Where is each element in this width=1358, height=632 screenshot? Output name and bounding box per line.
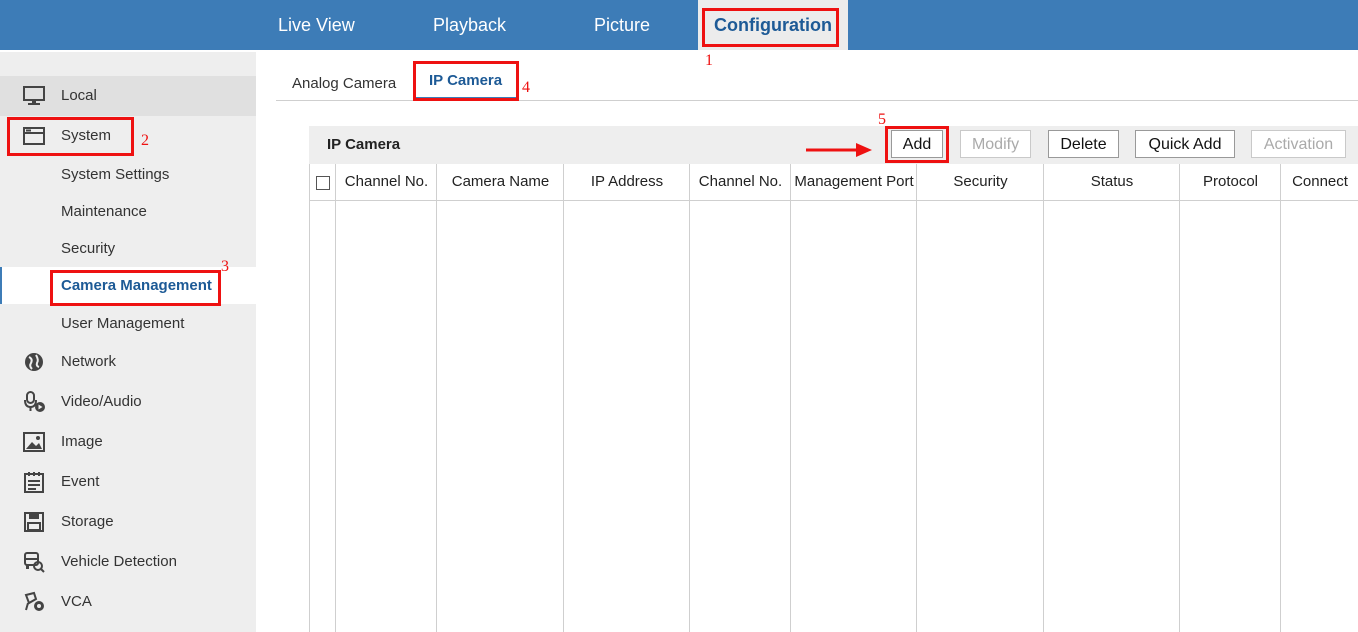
microphone-icon xyxy=(24,391,45,412)
annotation-box-ip-camera-tab xyxy=(413,61,519,101)
table-column xyxy=(791,164,917,632)
table-column xyxy=(1044,164,1180,632)
col-management-port[interactable]: Management Port xyxy=(791,164,917,200)
table-column xyxy=(336,164,437,632)
sidebar-item-label: Local xyxy=(61,87,97,104)
top-nav-bar xyxy=(0,0,1358,50)
sidebar-item-event[interactable]: Event xyxy=(0,462,256,502)
col-camera-name[interactable]: Camera Name xyxy=(437,164,564,200)
vca-icon xyxy=(24,591,44,611)
quick-add-button[interactable]: Quick Add xyxy=(1135,130,1235,158)
activation-button[interactable]: Activation xyxy=(1251,130,1346,158)
annotation-box-configuration xyxy=(702,8,839,47)
col-connect[interactable]: Connect xyxy=(1281,164,1358,200)
tab-analog-camera[interactable]: Analog Camera xyxy=(292,75,396,92)
col-channel-no-2[interactable]: Channel No. xyxy=(690,164,791,200)
annotation-number: 3 xyxy=(221,258,229,275)
globe-icon xyxy=(25,353,43,371)
table-column xyxy=(917,164,1044,632)
red-arrow-icon xyxy=(806,143,872,157)
table-column xyxy=(690,164,791,632)
sidebar-item-vehicle-detection[interactable]: Vehicle Detection xyxy=(0,542,256,582)
disk-icon xyxy=(24,512,44,532)
delete-button[interactable]: Delete xyxy=(1048,130,1119,158)
sidebar-item-label: Storage xyxy=(61,513,114,530)
col-status[interactable]: Status xyxy=(1044,164,1180,200)
image-icon xyxy=(23,432,45,452)
ip-camera-table: Channel No. Camera Name IP Address Chann… xyxy=(309,164,1358,632)
sidebar-item-label: Event xyxy=(61,473,100,490)
sidebar-item-image[interactable]: Image xyxy=(0,422,256,462)
table-column xyxy=(564,164,690,632)
annotation-number: 4 xyxy=(522,79,530,96)
annotation-number: 5 xyxy=(878,111,886,128)
sidebar-item-label: VCA xyxy=(61,593,92,610)
table-column xyxy=(1281,164,1358,632)
sidebar-item-label: Security xyxy=(61,240,116,257)
sidebar-item-label: User Management xyxy=(61,315,185,332)
col-channel-no[interactable]: Channel No. xyxy=(336,164,437,200)
sidebar-item-storage[interactable]: Storage xyxy=(0,502,256,542)
sidebar-subitem-system-settings[interactable]: System Settings xyxy=(0,156,256,193)
monitor-icon xyxy=(23,86,45,105)
sidebar-item-label: System Settings xyxy=(61,166,170,183)
modify-button[interactable]: Modify xyxy=(960,130,1031,158)
nav-playback[interactable]: Playback xyxy=(433,0,506,50)
nav-picture[interactable]: Picture xyxy=(594,0,650,50)
sidebar-item-video-audio[interactable]: Video/Audio xyxy=(0,382,256,422)
table-column xyxy=(437,164,564,632)
sidebar-item-label: Maintenance xyxy=(61,203,147,220)
sidebar-item-network[interactable]: Network xyxy=(0,342,256,382)
select-all-checkbox[interactable] xyxy=(316,176,330,190)
calendar-icon xyxy=(24,472,44,493)
annotation-number: 2 xyxy=(141,132,149,149)
annotation-box-camera-management xyxy=(50,270,221,306)
annotation-number: 1 xyxy=(705,52,713,69)
vehicle-search-icon xyxy=(24,552,45,573)
sidebar-subitem-security[interactable]: Security xyxy=(0,230,256,267)
active-indicator xyxy=(0,267,2,304)
sidebar-subitem-maintenance[interactable]: Maintenance xyxy=(0,193,256,230)
col-protocol[interactable]: Protocol xyxy=(1180,164,1281,200)
annotation-box-system xyxy=(7,117,134,156)
sidebar-item-label: Vehicle Detection xyxy=(61,553,177,570)
sidebar-item-local[interactable]: Local xyxy=(0,76,256,116)
sidebar-item-label: Image xyxy=(61,433,103,450)
table-column xyxy=(310,164,336,632)
sidebar-item-label: Video/Audio xyxy=(61,393,142,410)
table-column xyxy=(1180,164,1281,632)
table-header: Channel No. Camera Name IP Address Chann… xyxy=(310,164,1358,201)
sidebar-item-label: Network xyxy=(61,353,117,370)
col-security[interactable]: Security xyxy=(917,164,1044,200)
annotation-box-add xyxy=(885,126,949,163)
panel-title: IP Camera xyxy=(327,136,401,153)
nav-live-view[interactable]: Live View xyxy=(278,0,355,50)
sidebar-subitem-user-management[interactable]: User Management xyxy=(0,305,256,342)
sidebar-item-vca[interactable]: VCA xyxy=(0,582,256,622)
col-ip-address[interactable]: IP Address xyxy=(564,164,690,200)
